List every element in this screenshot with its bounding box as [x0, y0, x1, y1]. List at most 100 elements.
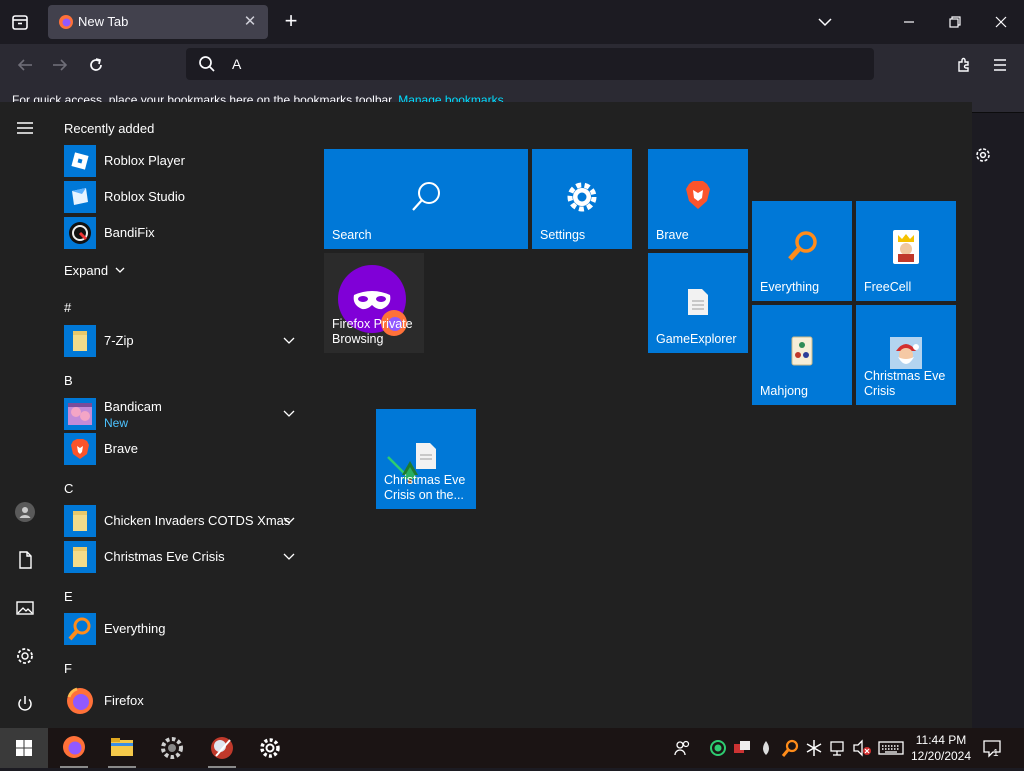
chevron-down-icon[interactable] [810, 8, 840, 36]
minimize-button[interactable] [894, 8, 924, 36]
address-input-value[interactable]: A [232, 56, 241, 72]
restore-button[interactable] [940, 8, 970, 36]
app-everything[interactable]: Everything [64, 612, 304, 646]
clock-date: 12/20/2024 [910, 749, 972, 763]
chevron-down-icon [283, 553, 295, 560]
app-firefox[interactable]: Firefox [64, 684, 304, 718]
taskbar-file-explorer[interactable] [98, 728, 146, 768]
tile-everything[interactable]: Everything [752, 201, 852, 301]
app-christmas-eve-crisis-folder[interactable]: Christmas Eve Crisis [64, 540, 304, 574]
app-roblox-player[interactable]: Roblox Player [64, 144, 304, 178]
start-button[interactable] [0, 728, 48, 768]
address-bar[interactable]: A [186, 48, 874, 80]
section-header-f[interactable]: F [64, 661, 72, 676]
app-chicken-invaders-folder[interactable]: Chicken Invaders COTDS Xmas [64, 504, 304, 538]
gear-icon [260, 738, 280, 758]
chevron-down-icon [283, 410, 295, 417]
tile-freecell[interactable]: FreeCell [856, 201, 956, 301]
start-rail [0, 102, 50, 728]
app-roblox-studio[interactable]: Roblox Studio [64, 180, 304, 214]
folder-icon [111, 738, 133, 756]
folder-icon [64, 325, 96, 357]
gear-icon [567, 182, 597, 212]
tab-new-tab[interactable]: New Tab ✕ [48, 5, 268, 39]
list-all-tabs-button[interactable] [8, 10, 32, 34]
back-arrow-icon [17, 59, 32, 71]
pictures-button[interactable] [13, 596, 37, 620]
network-wired-icon[interactable] [828, 738, 848, 758]
close-window-button[interactable] [986, 8, 1016, 36]
forward-button[interactable] [47, 53, 73, 77]
folder-icon [64, 541, 96, 573]
tab-bar: New Tab ✕ + [0, 0, 1024, 44]
hamburger-icon [17, 122, 33, 134]
open-menu-button[interactable] [987, 53, 1013, 77]
tile-gameexplorer[interactable]: GameExplorer [648, 253, 748, 353]
document-icon [19, 551, 32, 569]
action-center-icon[interactable] [982, 738, 1002, 758]
keyboard-icon[interactable] [878, 738, 904, 758]
tab-list-icon [12, 15, 28, 30]
tile-christmas-eve-crisis-dragging[interactable]: Christmas Eve Crisis on the... [376, 409, 476, 509]
folder-icon [64, 505, 96, 537]
gear-icon [17, 648, 33, 664]
taskbar: 1 [0, 728, 1024, 768]
section-header-b[interactable]: B [64, 373, 73, 388]
taskbar-app-gear[interactable] [148, 728, 196, 768]
chevron-down-icon [283, 517, 295, 524]
forward-arrow-icon [53, 59, 68, 71]
app-bandifix[interactable]: BandiFix [64, 216, 304, 250]
settings-button[interactable] [13, 644, 37, 668]
app-brave[interactable]: Brave [64, 432, 304, 466]
tile-mahjong[interactable]: Mahjong [752, 305, 852, 405]
santa-icon [890, 337, 922, 369]
people-icon[interactable] [672, 738, 692, 758]
tile-brave[interactable]: Brave [648, 149, 748, 249]
extensions-button[interactable] [951, 53, 977, 77]
speaker-muted-icon[interactable] [852, 738, 872, 758]
clock-time: 11:44 PM [915, 733, 967, 747]
cog-app-icon [161, 737, 183, 759]
expand-button[interactable]: Expand [64, 263, 125, 278]
taskbar-firefox[interactable] [50, 728, 98, 768]
everything-magnifier-icon[interactable] [780, 738, 800, 758]
close-tab-icon[interactable]: ✕ [240, 12, 260, 32]
network-share-icon[interactable] [732, 738, 752, 758]
firefox-icon [59, 15, 73, 29]
system-clock[interactable]: 11:44 PM 12/20/2024 [906, 732, 976, 764]
tile-settings[interactable]: Settings [532, 149, 632, 249]
user-avatar-icon [15, 502, 35, 522]
section-header-c[interactable]: C [64, 481, 73, 496]
power-button[interactable] [13, 692, 37, 716]
reload-button[interactable] [83, 53, 109, 77]
app-bandicam-folder[interactable]: Bandicam New [64, 397, 304, 431]
tile-christmas-eve-crisis[interactable]: Christmas Eve Crisis [856, 305, 956, 405]
windows-logo-icon [16, 740, 32, 756]
brave-lion-icon [686, 181, 710, 209]
record-status-icon[interactable] [708, 738, 728, 758]
taskbar-game-app[interactable] [198, 728, 246, 768]
reload-icon [90, 58, 102, 71]
tile-firefox-private-browsing[interactable]: Firefox Private Browsing [324, 253, 424, 353]
king-card-icon [893, 230, 919, 264]
firefox-icon [67, 687, 93, 714]
user-account-button[interactable] [13, 500, 37, 524]
app-7zip-folder[interactable]: 7-Zip [64, 324, 304, 358]
droplet-icon[interactable] [756, 738, 776, 758]
newtab-settings-gear-icon[interactable] [972, 144, 994, 166]
game-app-icon [211, 737, 233, 759]
section-header-e[interactable]: E [64, 589, 73, 604]
bandicam-icon [64, 398, 96, 430]
chevron-down-icon [115, 267, 125, 273]
roblox-player-icon [64, 145, 96, 177]
tile-search[interactable]: Search [324, 149, 528, 249]
section-header-hash[interactable]: # [64, 300, 71, 315]
documents-button[interactable] [13, 548, 37, 572]
taskbar-settings[interactable] [246, 728, 294, 768]
new-tab-button[interactable]: + [280, 10, 302, 32]
notification-count-badge: 1 [993, 748, 999, 759]
asterisk-icon[interactable] [804, 738, 824, 758]
back-button[interactable] [12, 53, 38, 77]
expand-menu-button[interactable] [13, 116, 37, 140]
bandifix-icon [64, 217, 96, 249]
